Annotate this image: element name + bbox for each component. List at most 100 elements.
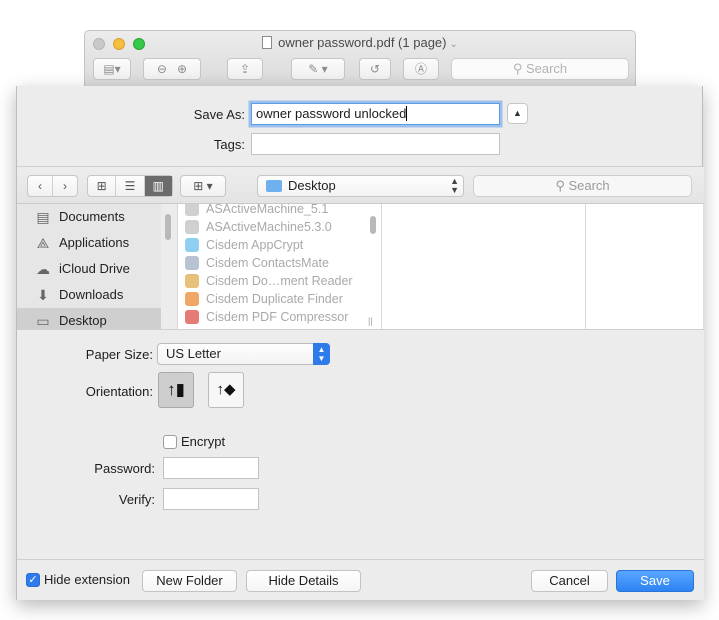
tags-input[interactable] [251,133,500,155]
encrypt-checkbox[interactable] [163,435,177,449]
list-item[interactable]: Cisdem Do…ment Reader [178,272,381,290]
markup-icon: Ⓐ [414,62,427,76]
arrange-icon: ⊞ ▾ [193,179,213,193]
share-button[interactable]: ⇪ [227,58,263,80]
location-value: Desktop [288,178,336,193]
portrait-orientation-button[interactable]: ↑▮ [158,372,194,408]
cloud-icon: ☁ [36,261,50,277]
verify-field[interactable] [163,488,259,510]
search-icon: ⚲ [512,61,523,76]
back-forward-buttons: ‹ › [27,175,78,197]
verify-label: Verify: [118,492,155,507]
window-title: owner password.pdf (1 page) [278,35,447,50]
new-folder-button[interactable]: New Folder [142,570,237,592]
chevron-up-icon: ▲ [513,108,522,118]
list-item[interactable]: ASActiveMachine5.3.0 [178,218,381,236]
encrypt-label: Encrypt [181,434,226,449]
pen-icon: ✎ ▾ [308,62,328,76]
chevron-left-icon: ‹ [38,179,42,193]
list-item[interactable]: Cisdem PDF Compressor [178,308,381,326]
lock-app-icon [185,238,199,252]
duplicate-finder-app-icon [185,292,199,306]
icon-view-button[interactable]: ⊞ [88,176,117,196]
list-item[interactable]: Cisdem ContactsMate [178,254,381,272]
file-name: Cisdem ContactsMate [206,256,329,270]
collapse-dialog-button[interactable]: ▲ [507,103,528,124]
search-icon: ⚲ [555,178,565,193]
paper-size-value: US Letter [166,346,221,361]
column-view-button[interactable]: ▥ [144,176,172,196]
app-icon [185,204,199,216]
file-name: Cisdem Do…ment Reader [206,274,353,288]
file-name: ASActiveMachine5.3.0 [206,220,332,234]
zoom-out-icon[interactable]: ⊖ [157,62,167,76]
pdf-document-icon [262,36,273,49]
sidebar-item-documents[interactable]: ▤ Documents [17,204,161,230]
sidebar-item-icloud-drive[interactable]: ☁ iCloud Drive [17,256,161,282]
save-as-input[interactable]: owner password unlocked [251,103,500,125]
chevron-right-icon: › [63,179,67,193]
sidebar-item-label: Applications [59,235,130,250]
save-button[interactable]: Save [616,570,694,592]
forward-button[interactable]: › [53,176,77,196]
save-as-value: owner password unlocked [256,106,407,121]
markup-pen-button[interactable]: ✎ ▾ [291,58,345,80]
orientation-label: Orientation: [85,384,153,399]
file-name: Cisdem PDF Compressor [206,310,349,324]
sidebar-item-label: Desktop [59,313,107,328]
sidebar-item-applications[interactable]: ⟁ Applications [17,230,161,256]
paper-size-select[interactable]: US Letter ▲ ▼ [157,343,330,365]
applications-icon: ⟁ [36,235,50,251]
cancel-button[interactable]: Cancel [531,570,608,592]
document-reader-app-icon [185,274,199,288]
rotate-button[interactable]: ↺ [359,58,391,80]
pdf-compressor-app-icon [185,310,199,324]
sidebar-scrollbar[interactable] [165,214,171,240]
checkmark-icon: ✓ [28,574,38,586]
columns-icon: ▥ [152,179,164,193]
empty-column [381,204,585,329]
zoom-in-icon[interactable]: ⊕ [177,62,187,76]
column-resize-handle[interactable]: || [368,316,373,326]
chevron-down-icon[interactable]: ⌄ [449,39,457,50]
location-popup[interactable]: Desktop ▲ ▼ [257,175,464,197]
list-item[interactable]: Cisdem Duplicate Finder [178,290,381,308]
sidebar-item-downloads[interactable]: ⬇ Downloads [17,282,161,308]
toolbar-search-field[interactable]: ⚲ Search [451,58,629,80]
view-mode-segmented: ⊞ ☰ ▥ [87,175,173,197]
markup-toolbar-button[interactable]: Ⓐ [403,58,439,80]
toolbar-search-placeholder: Search [525,61,568,76]
arrange-menu-button[interactable]: ⊞ ▾ [180,175,226,197]
window-title-bar: owner password.pdf (1 page) ⌄ [85,35,635,50]
list-item[interactable]: Cisdem AppCrypt [178,236,381,254]
hide-extension-checkbox[interactable]: ✓ [26,573,40,587]
sidebar-item-desktop[interactable]: ▭ Desktop [17,308,161,329]
browser-search-placeholder: Search [568,178,610,193]
file-column: ASActiveMachine_5.1 ASActiveMachine5.3.0… [177,204,381,329]
password-field[interactable] [163,457,259,479]
file-name: Cisdem AppCrypt [206,238,304,252]
sidebar: ▤ Documents ⟁ Applications ☁ iCloud Drive ⬇… [17,204,161,329]
dialog-button-bar: ✓ Hide extension New Folder Hide Details… [17,559,704,600]
browser-search-field[interactable]: ⚲ Search [473,175,692,197]
documents-icon: ▤ [36,209,50,225]
empty-column [585,204,703,329]
app-icon [185,220,199,234]
paper-size-label: Paper Size: [85,347,153,362]
browser-toolbar: ‹ › ⊞ ☰ ▥ ⊞ ▾ Desktop ▲ ▼ ⚲ Search [17,166,704,204]
back-button[interactable]: ‹ [28,176,53,196]
contacts-app-icon [185,256,199,270]
zoom-buttons[interactable]: ⊖ ⊕ [143,58,201,80]
sidebar-toggle-button[interactable]: ▤▾ [93,58,131,80]
list-item[interactable]: ASActiveMachine_5.1 [178,204,381,218]
landscape-orientation-button[interactable]: ↑◆ [208,372,244,408]
share-icon: ⇪ [239,62,251,76]
list-view-button[interactable]: ☰ [116,176,145,196]
hide-details-button[interactable]: Hide Details [246,570,361,592]
format-options-panel: Paper Size: US Letter ▲ ▼ Orientation: ↑▮… [17,329,704,559]
password-label: Password: [94,461,155,476]
grid-icon: ⊞ [96,179,107,193]
file-column-scrollbar[interactable] [370,216,376,234]
sidebar-item-label: Downloads [59,287,124,302]
save-as-label: Save As: [193,107,245,122]
